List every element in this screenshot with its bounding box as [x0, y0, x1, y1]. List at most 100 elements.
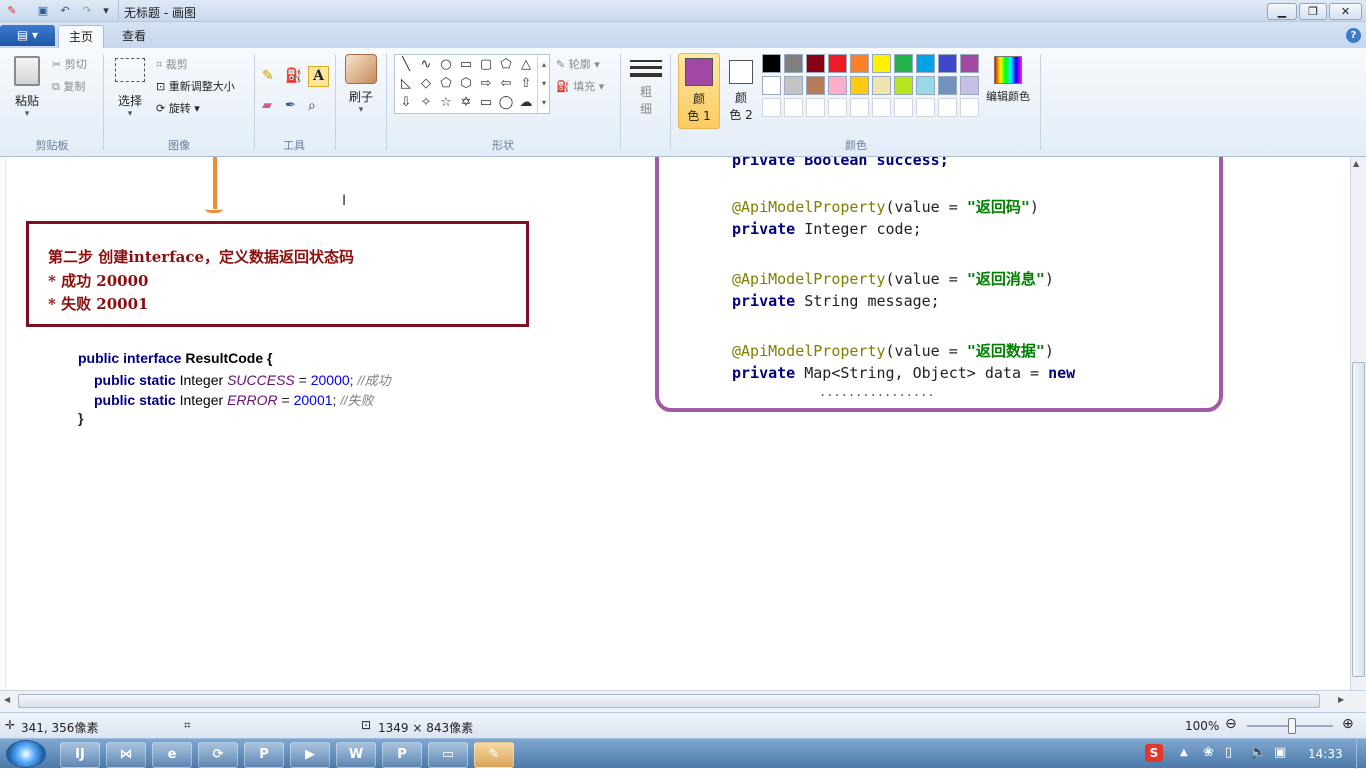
eraser-icon[interactable]: ▰ — [262, 98, 282, 118]
tab-home[interactable]: 主页 — [58, 25, 105, 48]
curve-shape-icon[interactable]: ∿ — [417, 57, 435, 72]
fill-bucket-icon[interactable]: ⛽ — [285, 68, 305, 88]
custom-color-slot[interactable] — [960, 98, 979, 117]
rotate-button[interactable]: ⟳ 旋转 ▾ — [156, 100, 200, 116]
color-swatch[interactable] — [872, 76, 891, 95]
shapes-gallery[interactable]: ╲ ∿ ○ ▭ ▢ ⬠ △ ◺ ◇ ⬠ ⬡ ⇨ ⇦ ⇧ ⇩ ✧ ☆ ✡ ▭ ◯ … — [394, 54, 550, 114]
tray-expand-icon[interactable]: ▲ — [1180, 747, 1188, 758]
color-swatch[interactable] — [850, 54, 869, 73]
intellij-icon[interactable]: IJ — [60, 742, 100, 768]
color1-button[interactable]: 颜 色 1 — [678, 53, 720, 129]
line-shape-icon[interactable]: ╲ — [397, 57, 415, 72]
four-star-shape-icon[interactable]: ✧ — [417, 95, 435, 110]
custom-color-slot[interactable] — [916, 98, 935, 117]
help-icon[interactable]: ? — [1346, 28, 1361, 43]
show-desktop-button[interactable] — [1356, 739, 1366, 769]
up-arrow-shape-icon[interactable]: ⇧ — [517, 76, 535, 91]
color-swatch[interactable] — [916, 76, 935, 95]
paint-app-icon[interactable]: ✎ — [3, 3, 21, 19]
tray-device-icon[interactable]: ▯ — [1225, 745, 1232, 760]
file-menu-button[interactable]: ▤ ▾ — [0, 25, 55, 46]
zoom-in-icon[interactable]: ⊕ — [1342, 716, 1354, 732]
drawing-canvas[interactable]: I 第二步 创建interface，定义数据返回状态码 * 成功 20000 *… — [0, 157, 1352, 690]
p-icon[interactable]: P — [244, 742, 284, 768]
crop-button[interactable]: ⌗ 裁剪 — [156, 56, 188, 72]
clock[interactable]: 14:33 — [1308, 747, 1343, 761]
five-star-shape-icon[interactable]: ☆ — [437, 95, 455, 110]
down-arrow-shape-icon[interactable]: ⇩ — [397, 95, 415, 110]
redo-icon[interactable]: ↷ — [78, 3, 96, 19]
color-swatch[interactable] — [762, 54, 781, 73]
callout-oval-shape-icon[interactable]: ◯ — [497, 95, 515, 110]
tray-app-icon[interactable]: ❀ — [1203, 745, 1214, 760]
scroll-left-icon[interactable]: ◀ — [4, 695, 10, 704]
custom-color-slot[interactable] — [894, 98, 913, 117]
minimize-button[interactable]: ▁ — [1267, 3, 1297, 20]
horizontal-scroll-thumb[interactable] — [18, 694, 1320, 708]
vertical-scroll-thumb[interactable] — [1352, 362, 1365, 677]
start-button[interactable] — [6, 740, 46, 768]
close-button[interactable]: ✕ — [1329, 3, 1362, 20]
custom-color-slot[interactable] — [850, 98, 869, 117]
right-triangle-shape-icon[interactable]: ◺ — [397, 76, 415, 91]
color-swatch[interactable] — [828, 54, 847, 73]
copy-button[interactable]: ⧉ 复制 — [52, 78, 85, 94]
polygon-shape-icon[interactable]: ⬠ — [497, 57, 515, 72]
color-swatch[interactable] — [806, 76, 825, 95]
paste-button[interactable]: 粘贴 ▾ — [8, 54, 46, 124]
vscode-icon[interactable]: ⋈ — [106, 742, 146, 768]
undo-icon[interactable]: ↶ — [56, 3, 74, 19]
color-swatch[interactable] — [938, 54, 957, 73]
tab-view[interactable]: 查看 — [112, 25, 156, 48]
triangle-shape-icon[interactable]: △ — [517, 57, 535, 72]
diamond-shape-icon[interactable]: ◇ — [417, 76, 435, 91]
qa-dropdown-icon[interactable]: ▾ — [97, 3, 115, 19]
scroll-up-icon[interactable]: ▲ — [1353, 159, 1359, 168]
select-button[interactable]: 选择 ▾ — [112, 56, 148, 119]
color-swatch[interactable] — [916, 54, 935, 73]
media-icon[interactable]: ▶ — [290, 742, 330, 768]
color-swatch[interactable] — [828, 76, 847, 95]
resize-button[interactable]: ⊡ 重新调整大小 — [156, 78, 235, 94]
size-button[interactable]: 粗 细 — [628, 56, 664, 117]
color-swatch[interactable] — [784, 76, 803, 95]
color-swatch[interactable] — [784, 54, 803, 73]
zoom-out-icon[interactable]: ⊖ — [1225, 716, 1237, 732]
paint-taskbar-icon[interactable]: ✎ — [474, 742, 514, 768]
pencil-icon[interactable]: ✎ — [262, 68, 282, 88]
six-star-shape-icon[interactable]: ✡ — [457, 95, 475, 110]
color-picker-icon[interactable]: ✒ — [285, 98, 305, 118]
custom-color-slot[interactable] — [938, 98, 957, 117]
color-swatch[interactable] — [872, 54, 891, 73]
color-swatch[interactable] — [894, 54, 913, 73]
cut-button[interactable]: ✂ 剪切 — [52, 56, 87, 72]
rectangle-shape-icon[interactable]: ▭ — [457, 57, 475, 72]
network-icon[interactable]: ▣ — [1274, 745, 1286, 760]
powerpoint-icon[interactable]: P — [382, 742, 422, 768]
custom-color-slot[interactable] — [806, 98, 825, 117]
horizontal-scrollbar[interactable]: ◀ ▶ — [0, 690, 1366, 712]
vertical-scrollbar[interactable]: ▲ — [1350, 157, 1366, 690]
scroll-right-icon[interactable]: ▶ — [1338, 695, 1344, 704]
oval-shape-icon[interactable]: ○ — [437, 57, 455, 72]
restore-button[interactable]: ❐ — [1299, 3, 1327, 20]
ie-icon[interactable]: e — [152, 742, 192, 768]
color-swatch[interactable] — [894, 76, 913, 95]
color2-button[interactable]: 颜 色 2 — [724, 53, 758, 129]
edit-colors-button[interactable]: 编辑颜色 — [984, 56, 1032, 104]
magnifier-icon[interactable]: ⌕ — [308, 98, 328, 118]
color-swatch[interactable] — [762, 76, 781, 95]
shapes-scroll[interactable]: ▴ ▾ ▾ — [537, 55, 550, 113]
outline-button[interactable]: ✎ 轮廓 ▾ — [556, 56, 600, 72]
callout-rect-shape-icon[interactable]: ▭ — [477, 95, 495, 110]
brush-button[interactable]: 刷子 ▾ — [343, 54, 379, 115]
zoom-slider-thumb[interactable] — [1288, 718, 1296, 734]
custom-color-slot[interactable] — [784, 98, 803, 117]
volume-icon[interactable]: 🔈 — [1250, 745, 1266, 760]
cloud-callout-shape-icon[interactable]: ☁ — [517, 95, 535, 110]
custom-color-slot[interactable] — [828, 98, 847, 117]
color-swatch[interactable] — [850, 76, 869, 95]
word-icon[interactable]: W — [336, 742, 376, 768]
color-swatch[interactable] — [960, 54, 979, 73]
custom-color-slot[interactable] — [872, 98, 891, 117]
